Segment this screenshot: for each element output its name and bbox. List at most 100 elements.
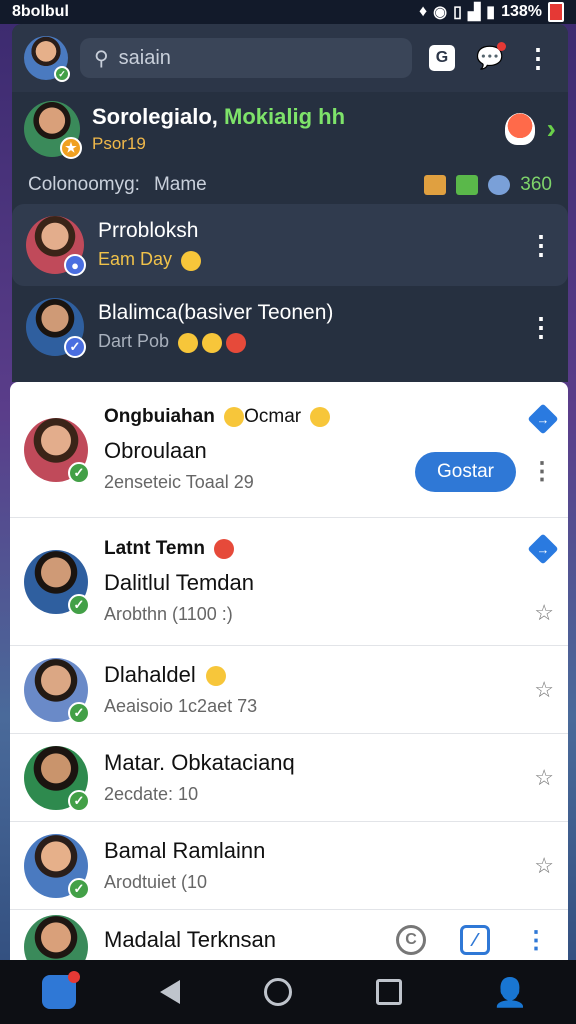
item-sub: Arobthn (1100 :) — [104, 604, 233, 624]
item-heading: Ongbuiahan Ocmar — [104, 406, 399, 428]
item-name: Matar. Obkatacianq — [104, 750, 295, 775]
star-icon[interactable]: ☆ — [534, 853, 554, 879]
list-item[interactable]: ✓ Ongbuiahan Ocmar Obroulaan 2enseteic T… — [10, 382, 568, 518]
list-item[interactable]: ✓ Bamal Ramlainn Arodtuiet (10 ☆ — [10, 822, 568, 910]
avatar: ✓ — [26, 298, 86, 358]
account-icon[interactable]: 👤 — [486, 976, 534, 1009]
recents-icon[interactable] — [376, 979, 402, 1005]
verified-icon: ✓ — [54, 66, 70, 82]
direction-icon[interactable]: → — [527, 402, 559, 435]
item-heading: Latnt Temn — [104, 538, 516, 560]
item-name: Dalitlul Temdan — [104, 570, 255, 595]
avatar: ● — [26, 216, 86, 276]
profile-subtitle: Psor19 — [92, 134, 146, 153]
search-input[interactable]: ⚲ saiain — [80, 38, 412, 78]
verified-icon: ✓ — [68, 789, 90, 812]
item-name: Bamal Ramlainn — [104, 838, 266, 863]
search-placeholder: saiain — [118, 46, 171, 69]
edit-icon[interactable]: ⁄ — [460, 925, 490, 955]
more-icon[interactable]: ⋮ — [524, 926, 548, 955]
top-panel: ✓ ⚲ saiain G 💬 ⋮ ★ Sorolegialo, Mokialig… — [12, 24, 568, 382]
list-item[interactable]: ✓ Matar. Obkatacianq 2ecdate: 10 ☆ — [10, 734, 568, 822]
gostar-button[interactable]: Gostar — [414, 451, 516, 492]
emoji-icon — [224, 406, 245, 427]
list-item[interactable]: ✓ Latnt Temn Dalitlul Temdan Arobthn (11… — [10, 518, 568, 646]
profile-row[interactable]: ★ Sorolegialo, Mokialig hh Psor19 › — [12, 92, 568, 166]
star-icon[interactable]: ☆ — [534, 600, 554, 626]
item-sub: 2ecdate: 10 — [104, 784, 199, 804]
emoji-icon — [214, 538, 235, 559]
battery-text: 138% — [501, 3, 542, 20]
user-avatar[interactable]: ✓ — [24, 36, 70, 82]
vibrate-icon: ▯ — [453, 4, 462, 21]
search-icon: ⚲ — [94, 47, 109, 70]
notification-dot — [497, 42, 506, 51]
count-value: 360 — [520, 174, 552, 195]
item-subtitle: Dart Pob — [98, 331, 514, 353]
chevron-right-icon[interactable]: › — [547, 113, 556, 145]
chat-badge-icon: ● — [64, 254, 86, 276]
direction-icon[interactable]: → — [527, 532, 559, 565]
item-name: Dlahaldel — [104, 662, 518, 688]
compose-button[interactable]: G — [424, 40, 460, 76]
star-icon[interactable]: ☆ — [534, 677, 554, 703]
category-value[interactable]: Mame — [154, 174, 207, 196]
item-name: Obroulaan — [104, 438, 207, 463]
avatar: ✓ — [24, 549, 90, 616]
header: ✓ ⚲ saiain G 💬 ⋮ — [12, 24, 568, 92]
smile-emoji-icon — [202, 332, 223, 353]
box-icon — [424, 175, 447, 195]
more-vertical-icon: ⋮ — [525, 43, 551, 73]
notification-dot — [68, 971, 80, 983]
item-sub: 2enseteic Toaal 29 — [104, 472, 254, 492]
item-title: Blalimca(basiver Teonen) — [98, 301, 334, 325]
back-icon[interactable] — [160, 980, 180, 1004]
avatar: ✓ — [24, 745, 90, 812]
copyright-icon[interactable]: C — [396, 925, 426, 955]
chart-icon — [456, 175, 479, 195]
chat-button[interactable]: 💬 — [472, 40, 508, 76]
dark-list-item[interactable]: ✓ Blalimca(basiver Teonen) Dart Pob ⋮ — [12, 286, 568, 368]
list-item[interactable]: ✓ Dlahaldel Aeaisoio 1c2aet 73 ☆ — [10, 646, 568, 734]
location-icon: ♦ — [419, 3, 428, 20]
home-icon[interactable] — [264, 978, 292, 1006]
category-label: Colonoomyg: — [28, 174, 140, 195]
smile-emoji-icon — [178, 332, 199, 353]
sim-icon: ▮ — [486, 4, 496, 21]
status-bar: 8bolbul ♦ ◉ ▯ ▟ ▮ 138% — [0, 0, 576, 24]
profile-name: Sorolegialo, Mokialig hh — [92, 104, 346, 129]
app-shortcut-icon[interactable] — [42, 971, 80, 1009]
signal-icon: ▟ — [467, 4, 481, 21]
item-name: Madalal Terknsan — [104, 927, 277, 952]
item-sub: Arodtuiet (10 — [104, 872, 208, 892]
more-vertical-icon[interactable]: ⋮ — [530, 459, 554, 484]
item-sub: Aeaisoio 1c2aet 73 — [104, 696, 258, 716]
more-vertical-icon[interactable]: ⋮ — [528, 314, 554, 340]
navigation-bar: 👤 — [0, 960, 576, 1024]
item-subtitle: Eam Day — [98, 249, 514, 271]
emoji-icon — [310, 406, 331, 427]
list-item[interactable]: Madalal Terknsan C ⁄ ⋮ — [10, 910, 568, 960]
mascot-icon — [504, 113, 535, 145]
compose-icon: G — [429, 45, 455, 71]
carrier-text: 8bolbul — [12, 3, 69, 20]
smile-emoji-icon — [181, 250, 202, 271]
menu-button[interactable]: ⋮ — [520, 40, 556, 76]
angry-emoji-icon — [226, 332, 247, 353]
avatar: ✓ — [24, 833, 90, 900]
badge-icon: ★ — [60, 137, 82, 159]
more-vertical-icon[interactable]: ⋮ — [528, 232, 554, 258]
star-icon[interactable]: ☆ — [534, 765, 554, 791]
alarm-icon: ◉ — [433, 4, 448, 21]
verified-icon: ✓ — [68, 701, 90, 724]
item-title: Prrobloksh — [98, 219, 199, 243]
avatar — [24, 915, 88, 960]
avatar: ✓ — [24, 657, 90, 724]
dark-list-item[interactable]: ● Prrobloksh Eam Day ⋮ — [12, 204, 568, 286]
category-row: Colonoomyg: Mame 360 — [12, 166, 568, 204]
tool-icon — [488, 175, 511, 195]
check-badge-icon: ✓ — [64, 336, 86, 358]
verified-icon: ✓ — [68, 877, 90, 900]
battery-icon — [548, 2, 564, 22]
verified-icon: ✓ — [68, 461, 90, 484]
